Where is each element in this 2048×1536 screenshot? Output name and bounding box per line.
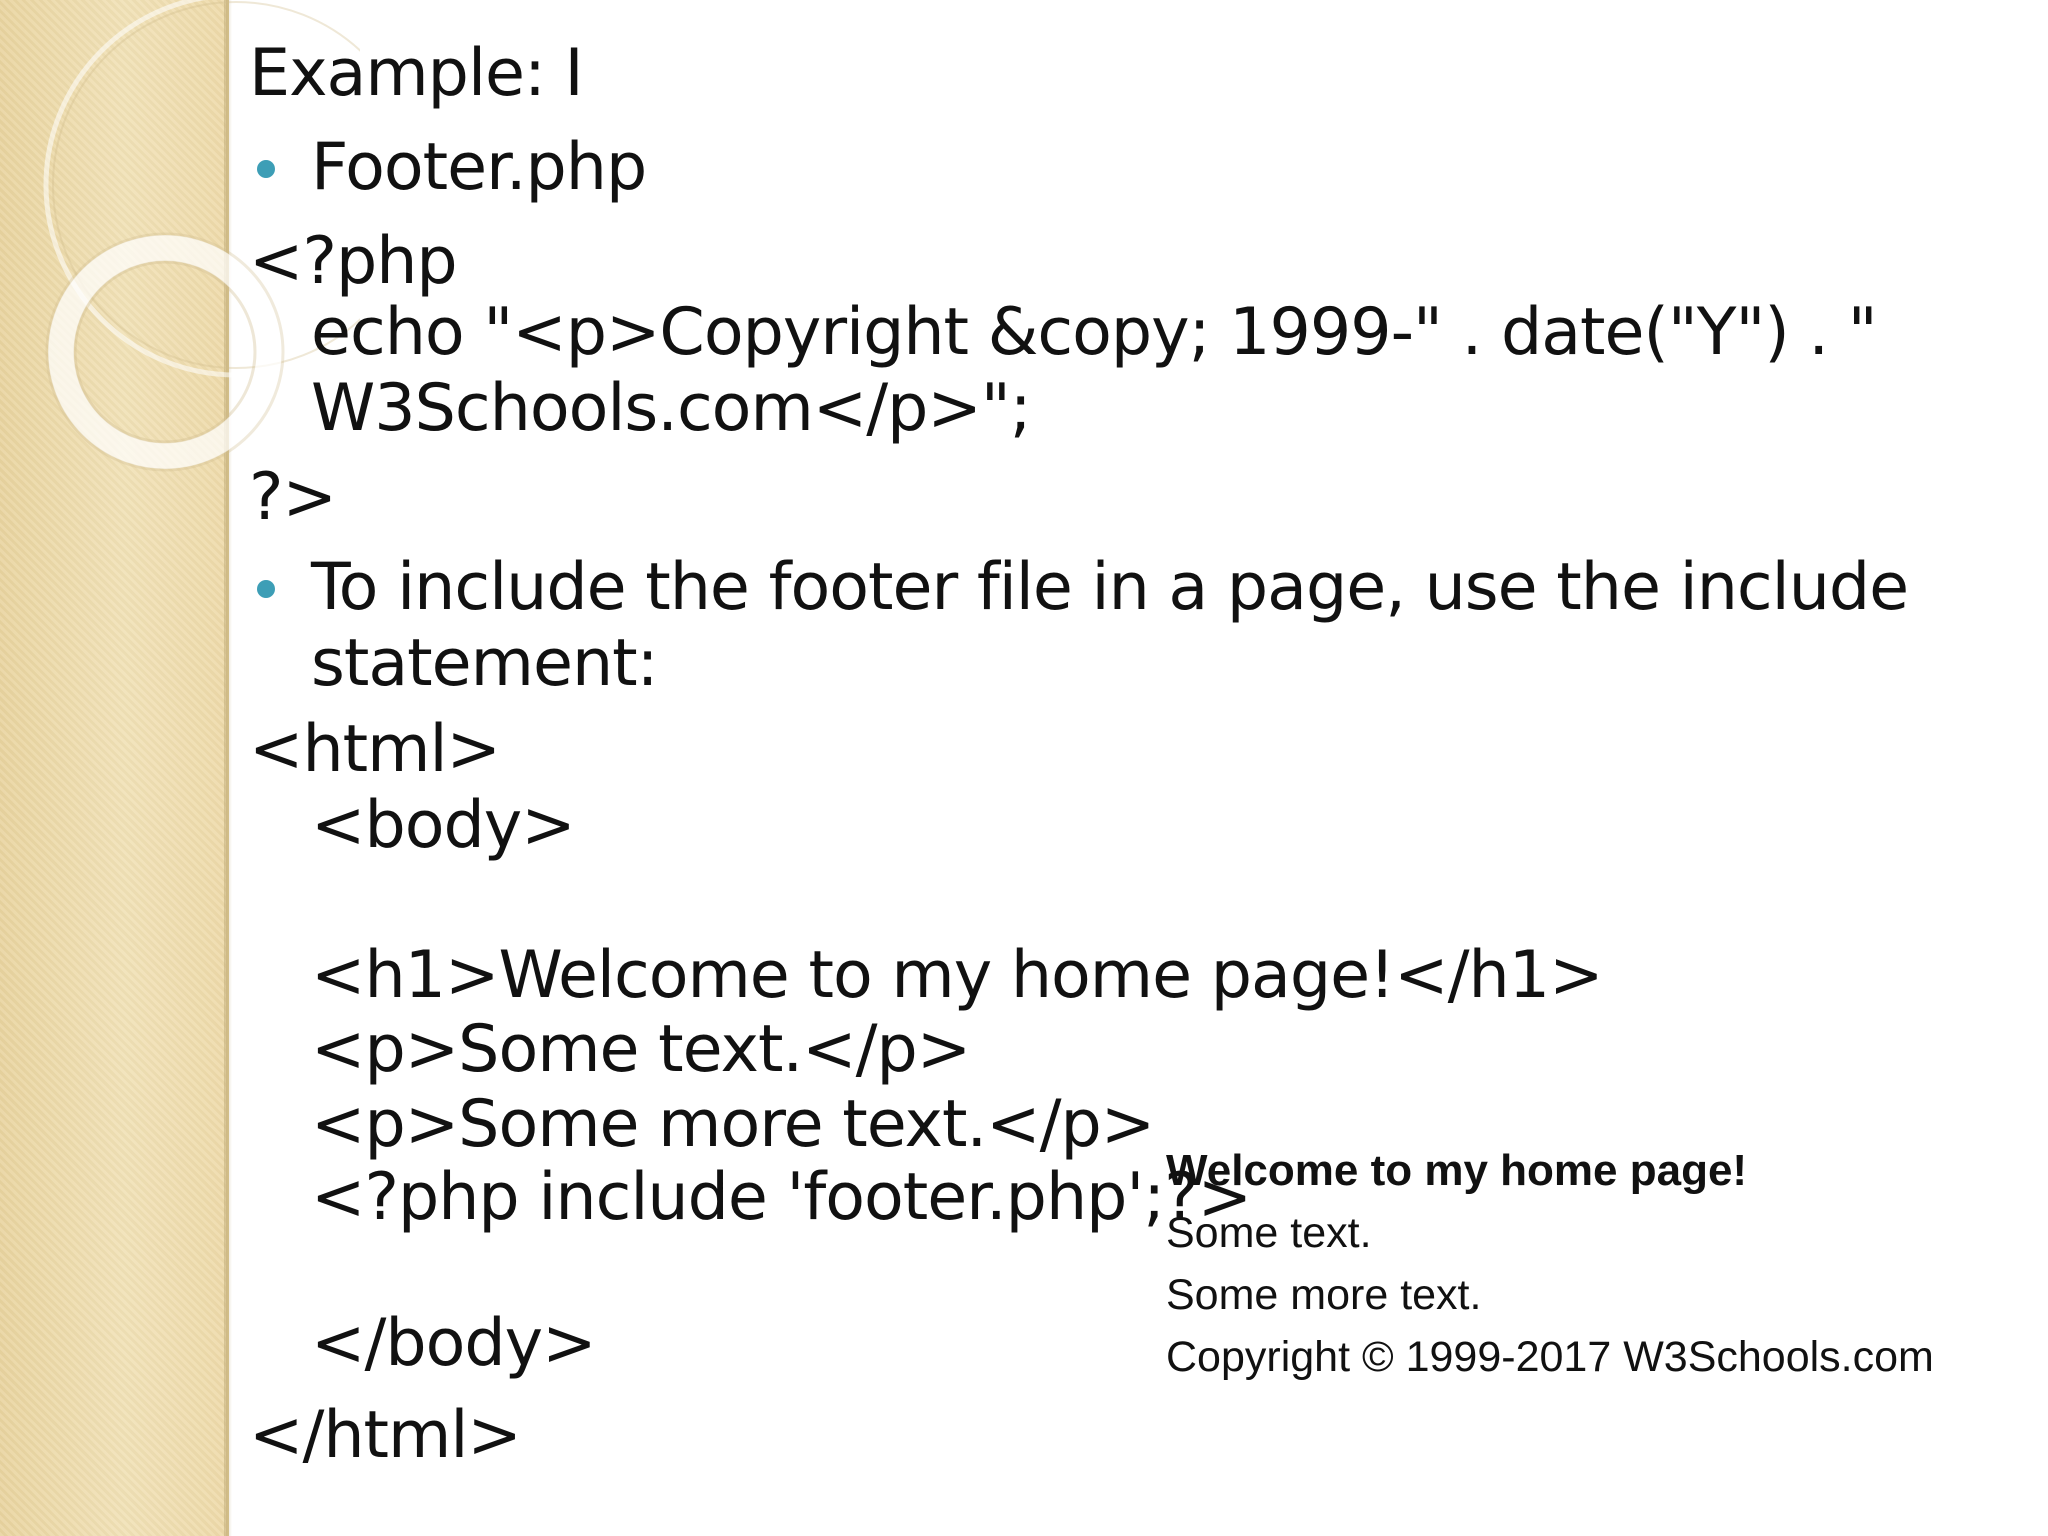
bullet-icon (257, 580, 275, 598)
code-line: </body> (311, 1306, 597, 1381)
code-line: ?> (249, 460, 337, 535)
rendered-output-preview: Welcome to my home page! Some text. Some… (1166, 1140, 1934, 1388)
code-line: echo "<p>Copyright &copy; 1999-" . date(… (311, 295, 1878, 370)
code-line: <?php include 'footer.php';?> (311, 1160, 1252, 1235)
code-line: <h1>Welcome to my home page!</h1> (311, 938, 1604, 1013)
bullet-text-line: To include the footer file in a page, us… (311, 550, 1909, 625)
bullet-footer-php: Footer.php (311, 130, 647, 205)
bullet-text-line: statement: (311, 626, 659, 701)
slide: Example: I Footer.php <?php echo "<p>Cop… (0, 0, 2048, 1536)
code-line: </html> (249, 1398, 522, 1473)
output-copyright: Copyright © 1999-2017 W3Schools.com (1166, 1333, 1934, 1381)
code-line: <p>Some more text.</p> (311, 1087, 1155, 1162)
slide-heading: Example: I (249, 36, 584, 111)
slide-content: Example: I Footer.php <?php echo "<p>Cop… (0, 0, 2048, 1536)
code-line: W3Schools.com</p>"; (311, 371, 1032, 446)
bullet-icon (257, 160, 275, 178)
output-heading: Welcome to my home page! (1166, 1146, 1748, 1195)
code-line: <body> (311, 788, 576, 863)
output-line: Some text. (1166, 1209, 1372, 1257)
code-line: <?php (249, 224, 458, 299)
output-line: Some more text. (1166, 1271, 1482, 1319)
code-line: <p>Some text.</p> (311, 1012, 971, 1087)
code-line: <html> (249, 712, 501, 787)
